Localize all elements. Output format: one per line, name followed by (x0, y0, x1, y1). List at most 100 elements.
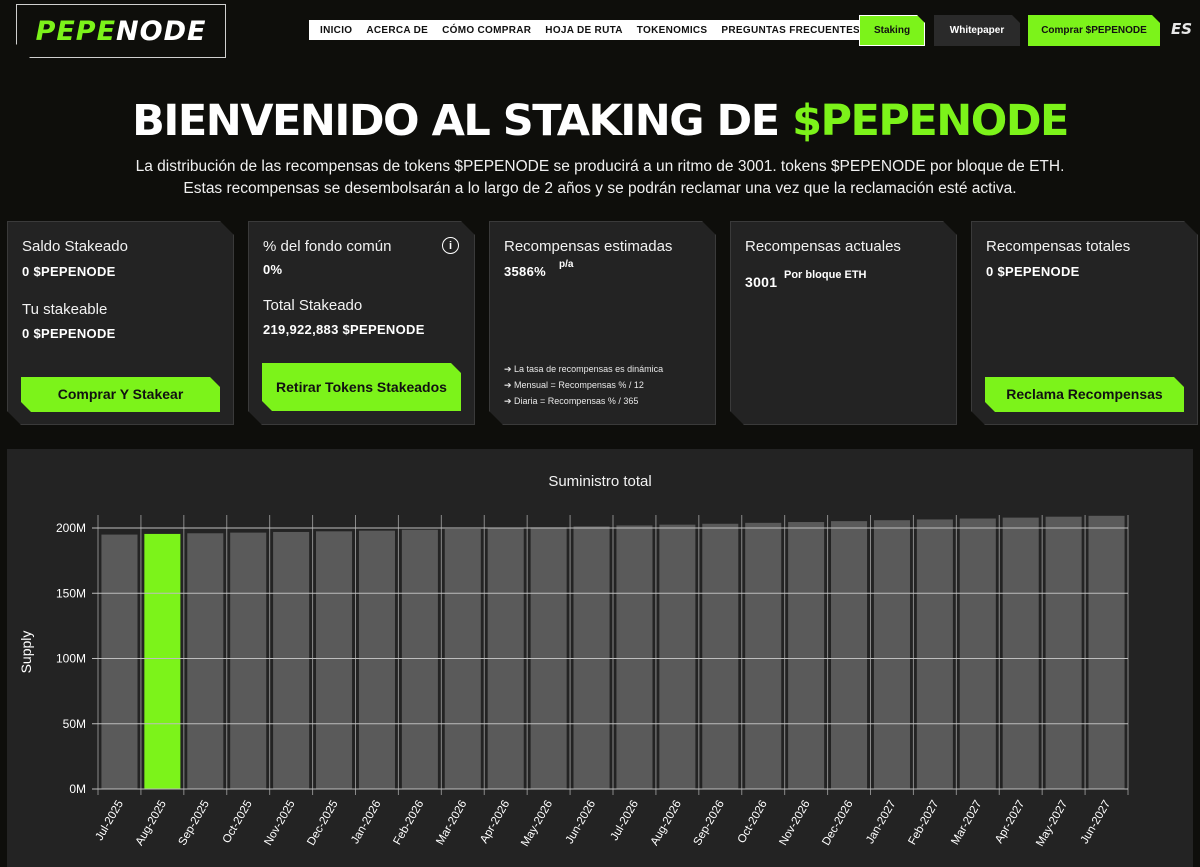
x-tick-label: Jul-2026 (609, 799, 641, 843)
claim-rewards-button[interactable]: Reclama Recompensas (985, 377, 1184, 412)
card-staked-balance: Saldo Stakeado 0 $PEPENODE Tu stakeable … (7, 221, 234, 425)
current-rewards-label: Recompensas actuales (745, 238, 901, 255)
x-tick-label: Dec-2025 (305, 799, 340, 848)
x-tick-label: Nov-2025 (262, 799, 297, 848)
total-rewards-value: 0 $PEPENODE (986, 264, 1080, 279)
estimated-rewards-value: 3586% (504, 264, 546, 279)
current-rewards-unit: Por bloque ETH (784, 269, 867, 281)
x-tick-label: Apr-2027 (993, 798, 1027, 845)
hero-subtitle-2: Estas recompensas se desembolsarán a lo … (183, 180, 1017, 197)
x-tick-label: Sep-2026 (692, 799, 727, 848)
nav-item-6[interactable]: PREGUNTAS FRECUENTES (714, 25, 867, 36)
bar-Feb-2027[interactable] (916, 519, 953, 789)
y-tick-label: 100M (56, 652, 86, 666)
nav-item-1[interactable]: INICIO (313, 25, 359, 36)
bar-Oct-2026[interactable] (745, 522, 782, 789)
buy-pepenode-button[interactable]: Comprar $PEPENODE (1028, 15, 1160, 46)
hero-subtitle-1: La distribución de las recompensas de to… (135, 158, 1065, 175)
total-staked-value: 219,922,883 $PEPENODE (263, 322, 425, 337)
bar-Nov-2025[interactable] (273, 531, 310, 789)
staked-balance-label: Saldo Stakeado (22, 238, 128, 255)
stakeable-label: Tu stakeable (22, 301, 108, 318)
bar-Jun-2027[interactable] (1088, 515, 1125, 789)
pool-share-label: % del fondo común (263, 238, 392, 255)
card-pool-share: % del fondo común i 0% Total Stakeado 21… (248, 221, 475, 425)
bar-Oct-2025[interactable] (230, 532, 267, 789)
x-tick-label: Jan-2027 (864, 799, 898, 847)
x-tick-label: Feb-2027 (906, 799, 941, 848)
bar-Jul-2025[interactable] (101, 534, 138, 789)
x-tick-label: Aug-2025 (134, 799, 169, 848)
estimated-rewards-label: Recompensas estimadas (504, 238, 673, 255)
staked-balance-value: 0 $PEPENODE (22, 264, 116, 279)
bar-Nov-2026[interactable] (788, 522, 825, 789)
nav-item-5[interactable]: TOKENOMICS (630, 25, 715, 36)
x-tick-label: Oct-2026 (736, 799, 770, 846)
language-selector[interactable]: ES (1171, 20, 1192, 38)
title-accent: $PEPENODE (792, 96, 1069, 146)
x-tick-label: Oct-2025 (221, 799, 255, 846)
bar-Jan-2027[interactable] (873, 520, 910, 789)
whitepaper-button[interactable]: Whitepaper (934, 15, 1020, 46)
y-axis-label: Supply (18, 631, 34, 674)
bar-Mar-2027[interactable] (959, 518, 996, 789)
x-tick-label: May-2027 (1034, 799, 1070, 849)
total-rewards-label: Recompensas totales (986, 238, 1131, 255)
card-current-rewards: Recompensas actuales 3001 Por bloque ETH (730, 221, 957, 425)
estimated-rewards-unit: p/a (559, 259, 574, 270)
x-tick-label: Jul-2025 (94, 799, 126, 843)
title-main: BIENVENIDO AL STAKING DE (132, 96, 793, 146)
bar-Dec-2026[interactable] (831, 521, 868, 789)
x-tick-label: Nov-2026 (777, 799, 812, 848)
supply-chart-panel: Suministro total 0M 50M 100M 150M 200M Jul-20… (7, 449, 1193, 867)
rewards-note-3: ➔ Diaria = Recompensas % / 365 (504, 396, 639, 406)
y-tick-label: 200M (56, 521, 86, 535)
pool-share-value: 0% (263, 262, 283, 277)
x-tick-label: Dec-2026 (820, 799, 855, 848)
x-tick-label: Mar-2026 (434, 799, 469, 848)
withdraw-staked-button[interactable]: Retirar Tokens Stakeados (262, 363, 461, 411)
x-tick-label: Apr-2026 (478, 799, 512, 846)
rewards-note-1: ➔ La tasa de recompensas es dinámica (504, 364, 664, 374)
page-title: BIENVENIDO AL STAKING DE $PEPENODE (0, 96, 1200, 146)
x-tick-label: Jun-2027 (1079, 799, 1113, 847)
x-tick-label: Jun-2026 (564, 799, 598, 847)
logo[interactable]: PEPENODE (16, 4, 226, 58)
bar-Jan-2026[interactable] (358, 530, 395, 789)
y-tick-label: 150M (56, 586, 86, 600)
bar-Jun-2026[interactable] (573, 526, 610, 789)
x-tick-label: Mar-2027 (949, 799, 984, 848)
nav-item-3[interactable]: CÓMO COMPRAR (435, 25, 538, 36)
x-tick-label: May-2026 (519, 799, 555, 849)
x-tick-label: Aug-2026 (649, 799, 684, 848)
staking-button[interactable]: Staking (859, 15, 925, 46)
x-tick-label: Sep-2025 (177, 799, 212, 848)
nav-item-2[interactable]: ACERCA DE (359, 25, 435, 36)
y-tick-label: 50M (63, 717, 86, 731)
supply-chart: 0M50M100M150M200MJul-2025 Aug-2025 Sep-202… (18, 515, 1129, 849)
y-tick-label: 0M (69, 782, 86, 796)
buy-and-stake-button[interactable]: Comprar Y Stakear (21, 377, 220, 412)
bar-Sep-2026[interactable] (702, 523, 739, 789)
x-tick-label: Feb-2026 (391, 799, 426, 848)
current-rewards-value: 3001 (745, 274, 778, 290)
bar-Feb-2026[interactable] (401, 529, 438, 789)
logo-text-pepe: PEPE (35, 15, 117, 47)
main-nav: INICIO ACERCA DE CÓMO COMPRAR HOJA DE RUTA T… (309, 20, 872, 40)
card-estimated-rewards: Recompensas estimadas 3586% p/a ➔ La tas… (489, 221, 716, 425)
card-total-rewards: Recompensas totales 0 $PEPENODE Reclama … (971, 221, 1198, 425)
bar-Aug-2026[interactable] (659, 524, 696, 789)
nav-item-4[interactable]: HOJA DE RUTA (538, 25, 630, 36)
stakeable-value: 0 $PEPENODE (22, 326, 116, 341)
rewards-note-2: ➔ Mensual = Recompensas % / 12 (504, 380, 644, 390)
info-icon[interactable]: i (442, 237, 459, 254)
bar-May-2027[interactable] (1045, 516, 1082, 789)
total-staked-label: Total Stakeado (263, 297, 363, 314)
bar-Sep-2025[interactable] (187, 533, 224, 789)
bar-Jul-2026[interactable] (616, 525, 653, 789)
bar-Aug-2025[interactable] (144, 533, 181, 789)
bar-Apr-2027[interactable] (1002, 517, 1039, 789)
x-tick-label: Jan-2026 (349, 799, 383, 847)
logo-text-node: NODE (116, 15, 207, 47)
bar-Dec-2025[interactable] (316, 531, 353, 789)
